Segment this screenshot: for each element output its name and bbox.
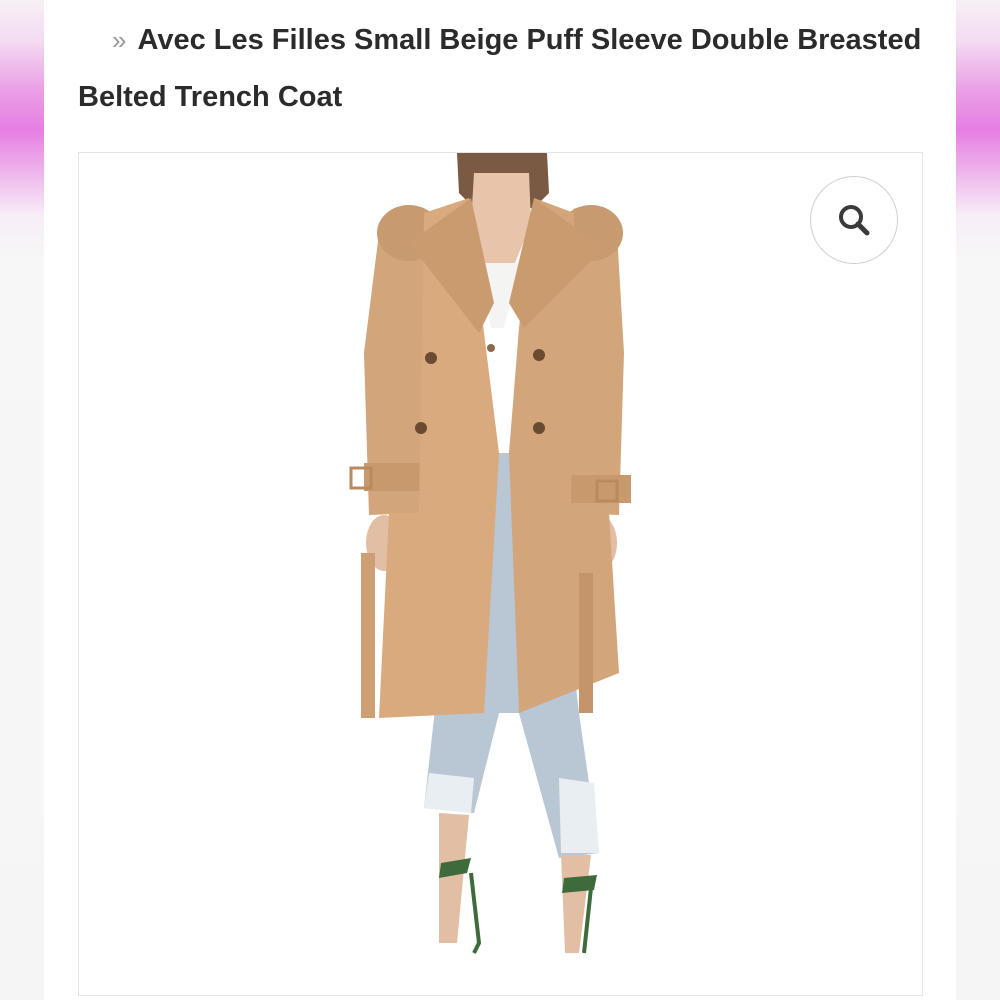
product-title: Avec Les Filles Small Beige Puff Sleeve … [78,24,922,113]
product-page: » Avec Les Filles Small Beige Puff Sleeve… [44,0,956,1000]
zoom-button[interactable] [810,176,898,264]
search-icon [839,205,870,236]
product-image-container [78,152,923,996]
breadcrumb: » Avec Les Filles Small Beige Puff Sleeve… [78,12,938,126]
left-side-gradient [0,0,44,1000]
page-title: » Avec Les Filles Small Beige Puff Sleeve… [78,12,938,126]
product-image[interactable] [79,153,922,995]
right-side-gradient [956,0,1000,1000]
breadcrumb-separator-icon: » [112,25,127,55]
